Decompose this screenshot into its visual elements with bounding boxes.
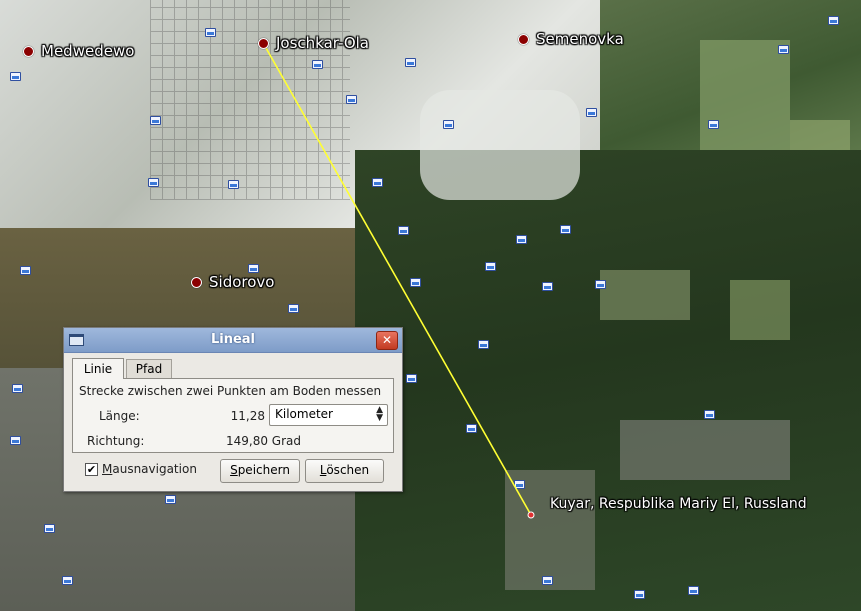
ruler-dialog: Lineal ✕ Linie Pfad Strecke zwischen zwe… xyxy=(63,327,403,492)
place-label: Joschkar-Ola xyxy=(276,34,369,52)
updown-arrows-icon: ▲ ▼ xyxy=(376,405,383,423)
tab-pfad[interactable]: Pfad xyxy=(126,359,172,378)
unit-select-value: Kilometer xyxy=(275,407,333,421)
unit-select[interactable]: Kilometer ▲ ▼ xyxy=(269,404,388,426)
description-text: Strecke zwischen zwei Punkten am Boden m… xyxy=(79,384,382,398)
place-label: Sidorovo xyxy=(209,273,275,291)
dialog-title: Lineal xyxy=(210,332,256,347)
satellite-map[interactable]: Medwedewo Joschkar-Ola Semenovka Sidorov… xyxy=(0,0,861,611)
tab-panel: Strecke zwischen zwei Punkten am Boden m… xyxy=(72,378,394,453)
place-label: Semenovka xyxy=(536,30,624,48)
mouse-navigation-checkbox[interactable]: ✔ xyxy=(85,463,98,476)
place-sidorovo[interactable]: Sidorovo xyxy=(191,273,274,291)
place-dot-icon xyxy=(23,45,34,57)
direction-label: Richtung: xyxy=(87,434,145,448)
place-dot-icon xyxy=(258,37,269,49)
ruler-measurement-line xyxy=(265,47,535,519)
search-result-label[interactable]: Kuyar, Respublika Mariy El, Russland xyxy=(550,496,807,512)
mouse-navigation-label[interactable]: Mausnavigation xyxy=(102,462,197,476)
place-joschkar-ola[interactable]: Joschkar-Ola xyxy=(258,34,369,52)
tab-linie[interactable]: Linie xyxy=(72,358,124,379)
close-icon[interactable]: ✕ xyxy=(376,331,398,350)
place-semenovka[interactable]: Semenovka xyxy=(518,30,624,48)
length-label: Länge: xyxy=(99,409,140,423)
place-dot-icon xyxy=(191,276,202,288)
length-value: 11,28 xyxy=(230,409,265,423)
direction-value: 149,80 Grad xyxy=(226,434,302,448)
place-medwedewo[interactable]: Medwedewo xyxy=(23,42,134,60)
save-button[interactable]: Speichern xyxy=(220,459,300,483)
place-label: Medwedewo xyxy=(41,42,135,60)
dialog-titlebar[interactable]: Lineal ✕ xyxy=(64,328,402,353)
delete-button[interactable]: Löschen xyxy=(305,459,384,483)
place-dot-icon xyxy=(518,33,529,45)
